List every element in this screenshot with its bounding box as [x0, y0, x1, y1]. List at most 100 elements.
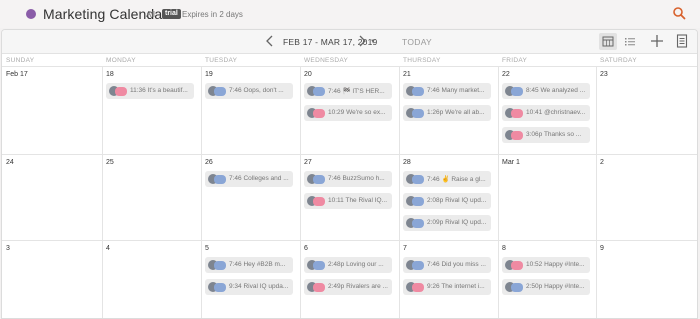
scheduled-post[interactable]: 2:08p Rival IQ upd...	[403, 193, 491, 209]
day-number: Feb 17	[6, 71, 28, 78]
day-cell[interactable]: 27 7:46 BuzzSumo h... 10:11 The Rival IQ..…	[300, 154, 399, 240]
post-preview-text: 2:50p Happy #Inte...	[526, 283, 585, 290]
chevron-left-icon[interactable]	[264, 34, 276, 48]
day-cell[interactable]: 19 7:46 Oops, don't ...	[201, 66, 300, 154]
scheduled-post[interactable]: 3:06p Thanks so ...	[502, 127, 590, 143]
day-cell[interactable]: 3	[2, 240, 102, 318]
day-number: 26	[205, 159, 213, 166]
post-preview-text: 8:45 We analyzed ...	[526, 87, 586, 94]
day-cell[interactable]: 2	[596, 154, 697, 240]
calendar-grid-icon	[602, 36, 614, 47]
day-cell[interactable]: 22 8:45 We analyzed ... 10:41 @christnaev.…	[498, 66, 596, 154]
post-preview-text: 9:34 Rival IQ upda...	[229, 283, 289, 290]
instagram-icon	[313, 283, 325, 292]
scheduled-post[interactable]: 7:46 🏁 IT'S HER...	[304, 83, 392, 99]
list-view-button[interactable]	[622, 33, 638, 50]
instagram-icon	[511, 131, 523, 140]
scheduled-post[interactable]: 7:46 ✌ Raise a gl...	[403, 171, 491, 187]
day-cell[interactable]: 28 7:46 ✌ Raise a gl... 2:08p Rival IQ upd…	[399, 154, 498, 240]
day-cell[interactable]: 6 2:48p Loving our ... 2:49p Rivalers are …	[300, 240, 399, 318]
instagram-icon	[313, 197, 325, 206]
post-preview-text: 10:52 Happy #Inte...	[526, 261, 585, 268]
scheduled-post[interactable]: 7:46 Oops, don't ...	[205, 83, 293, 99]
search-icon[interactable]	[672, 6, 686, 20]
day-number: 7	[403, 245, 407, 252]
scheduled-post[interactable]: 9:26 The internet i...	[403, 279, 491, 295]
scheduled-post[interactable]: 7:46 Many market...	[403, 83, 491, 99]
post-preview-text: 10:41 @christnaev...	[526, 109, 586, 116]
day-cell[interactable]: 5 7:46 Hey #B2B m... 9:34 Rival IQ upda...	[201, 240, 300, 318]
day-cell[interactable]: 18 11:36 It's a beautif...	[102, 66, 201, 154]
post-preview-text: 7:46 Many market...	[427, 87, 485, 94]
twitter-icon	[412, 261, 424, 270]
chevron-down-icon[interactable]: ▼	[370, 39, 376, 45]
day-cell[interactable]: 4	[102, 240, 201, 318]
scheduled-post[interactable]: 7:46 BuzzSumo h...	[304, 171, 392, 187]
today-button[interactable]: TODAY	[402, 37, 432, 47]
day-number: 21	[403, 71, 411, 78]
day-cell[interactable]: 23	[596, 66, 697, 154]
day-number: 9	[600, 245, 604, 252]
weekday-name: FRIDAY	[502, 57, 528, 64]
day-cell[interactable]: 9	[596, 240, 697, 318]
chevron-right-icon[interactable]	[356, 34, 368, 48]
scheduled-post[interactable]: 2:50p Happy #Inte...	[502, 279, 590, 295]
scheduled-post[interactable]: 10:29 We're so ex...	[304, 105, 392, 121]
day-number: 3	[6, 245, 10, 252]
weekday-header: SUNDAY MONDAY TUESDAY WEDNESDAY THURSDAY…	[2, 54, 697, 66]
day-number: 19	[205, 71, 213, 78]
top-bar: Marketing Calendar All trial Expires in …	[0, 0, 700, 28]
week-view-button[interactable]	[599, 33, 617, 50]
twitter-icon	[412, 109, 424, 118]
scheduled-post[interactable]: 1:26p We're all ab...	[403, 105, 491, 121]
calendar-color-dot	[26, 9, 36, 19]
day-number: 4	[106, 245, 110, 252]
scheduled-post[interactable]: 8:45 We analyzed ...	[502, 83, 590, 99]
scheduled-post[interactable]: 9:34 Rival IQ upda...	[205, 279, 293, 295]
day-number: 18	[106, 71, 114, 78]
scheduled-post[interactable]: 2:09p Rival IQ upd...	[403, 215, 491, 231]
calendar-grid: Feb 17 18 11:36 It's a beautif... 19 7:46 Oo…	[2, 66, 697, 318]
day-number: 27	[304, 159, 312, 166]
document-icon[interactable]	[675, 33, 689, 50]
post-preview-text: 11:36 It's a beautif...	[130, 87, 188, 94]
post-preview-text: 2:09p Rival IQ upd...	[427, 219, 487, 226]
day-cell[interactable]: 8 10:52 Happy #Inte... 2:50p Happy #Inte..…	[498, 240, 596, 318]
scheduled-post[interactable]: 2:49p Rivalers are ...	[304, 279, 392, 295]
post-preview-text: 7:46 🏁 IT'S HER...	[328, 88, 385, 95]
day-cell[interactable]: 26 7:46 Colleges and ...	[201, 154, 300, 240]
day-cell[interactable]: 25	[102, 154, 201, 240]
scheduled-post[interactable]: 11:36 It's a beautif...	[106, 83, 194, 99]
day-cell[interactable]: Mar 1	[498, 154, 596, 240]
day-cell[interactable]: 7 7:46 Did you miss ... 9:26 The internet …	[399, 240, 498, 318]
scheduled-post[interactable]: 2:48p Loving our ...	[304, 257, 392, 273]
scheduled-post[interactable]: 10:11 The Rival IQ...	[304, 193, 392, 209]
instagram-icon	[313, 109, 325, 118]
twitter-icon	[214, 87, 226, 96]
day-cell[interactable]: Feb 17	[2, 66, 102, 154]
scheduled-post[interactable]: 10:41 @christnaev...	[502, 105, 590, 121]
day-cell[interactable]: 21 7:46 Many market... 1:26p We're all ab.…	[399, 66, 498, 154]
twitter-icon	[214, 261, 226, 270]
post-preview-text: 1:26p We're all ab...	[427, 109, 485, 116]
scheduled-post[interactable]: 10:52 Happy #Inte...	[502, 257, 590, 273]
scheduled-post[interactable]: 7:46 Did you miss ...	[403, 257, 491, 273]
scheduled-post[interactable]: 7:46 Colleges and ...	[205, 171, 293, 187]
post-preview-text: 3:06p Thanks so ...	[526, 131, 582, 138]
twitter-icon	[511, 87, 523, 96]
twitter-icon	[412, 87, 424, 96]
filter-all-label[interactable]: All	[146, 10, 155, 19]
twitter-icon	[313, 261, 325, 270]
post-preview-text: 7:46 BuzzSumo h...	[328, 175, 385, 182]
scheduled-post[interactable]: 7:46 Hey #B2B m...	[205, 257, 293, 273]
day-number: 5	[205, 245, 209, 252]
twitter-icon	[511, 283, 523, 292]
day-number: Mar 1	[502, 159, 520, 166]
weekday-name: TUESDAY	[205, 57, 238, 64]
plus-icon[interactable]	[649, 32, 665, 50]
day-cell[interactable]: 20 7:46 🏁 IT'S HER... 10:29 We're so ex...	[300, 66, 399, 154]
post-preview-text: 7:46 Did you miss ...	[427, 261, 486, 268]
day-cell[interactable]: 24	[2, 154, 102, 240]
post-preview-text: 7:46 Oops, don't ...	[229, 87, 284, 94]
post-preview-text: 10:11 The Rival IQ...	[328, 197, 388, 204]
